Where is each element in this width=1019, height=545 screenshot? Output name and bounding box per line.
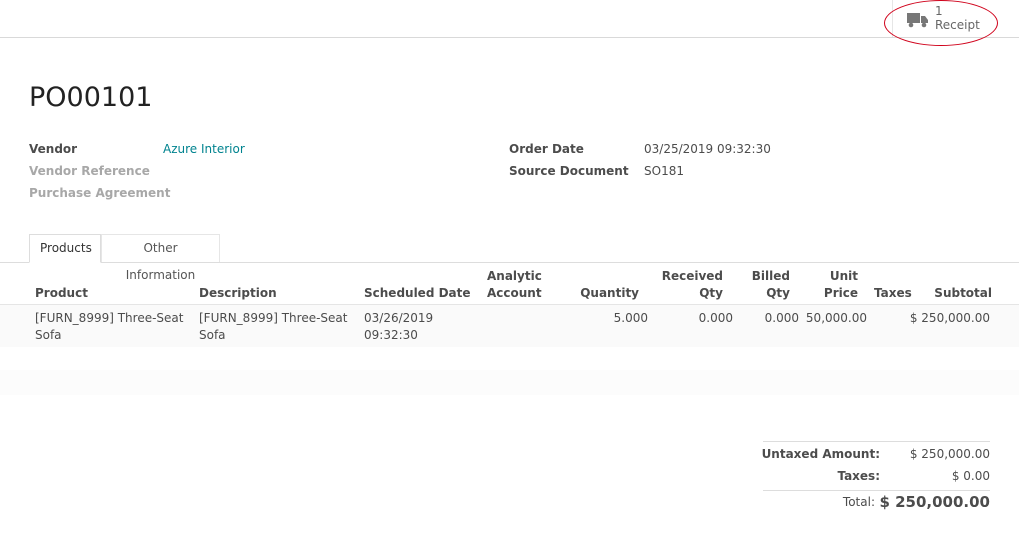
column-header-account[interactable]: Account xyxy=(487,285,542,302)
vendor-link[interactable]: Azure Interior xyxy=(163,142,245,156)
totals-bottom-divider xyxy=(763,490,990,491)
purchase-agreement-label: Purchase Agreement xyxy=(29,186,171,200)
cell-scheduled-date: 03/26/2019 xyxy=(364,311,434,325)
cell-product-line2: Sofa xyxy=(35,328,62,342)
source-document-value: SO181 xyxy=(644,164,684,178)
receipt-label: Receipt xyxy=(935,18,980,32)
vendor-reference-label: Vendor Reference xyxy=(29,164,150,178)
order-date-value: 03/25/2019 09:32:30 xyxy=(644,142,771,156)
total-label: Total: xyxy=(842,495,875,509)
untaxed-amount-label: Untaxed Amount: xyxy=(761,447,880,461)
column-header-scheduled-date[interactable]: Scheduled Date xyxy=(364,285,471,302)
tab-products[interactable]: Products xyxy=(29,234,101,263)
totals-top-divider xyxy=(763,441,990,442)
column-header-billed[interactable]: Billed xyxy=(730,268,790,285)
cell-product-line1: [FURN_8999] Three-Seat xyxy=(35,311,184,325)
column-header-billed-qty[interactable]: Qty xyxy=(730,285,790,302)
cell-scheduled-time: 09:32:30 xyxy=(364,328,418,342)
cell-billed-qty: 0.000 xyxy=(764,311,799,325)
tab-other-information[interactable]: Other Information xyxy=(101,234,220,282)
column-header-description[interactable]: Description xyxy=(199,285,277,302)
column-header-taxes[interactable]: Taxes xyxy=(874,285,912,302)
cell-unit-price: 50,000.00 xyxy=(805,311,867,325)
untaxed-amount-value: $ 250,000.00 xyxy=(909,447,990,461)
taxes-value: $ 0.00 xyxy=(951,469,990,483)
source-document-label: Source Document xyxy=(509,164,629,178)
truck-icon xyxy=(907,13,928,28)
column-header-price[interactable]: Price xyxy=(800,285,858,302)
column-header-quantity[interactable]: Quantity xyxy=(560,285,639,302)
column-header-subtotal[interactable]: Subtotal xyxy=(910,285,992,302)
receipt-count: 1 xyxy=(935,4,943,18)
column-header-received[interactable]: Received xyxy=(643,268,723,285)
total-value: $ 250,000.00 xyxy=(879,493,990,511)
cell-subtotal: $ 250,000.00 xyxy=(909,311,990,325)
order-date-label: Order Date xyxy=(509,142,584,156)
column-header-analytic[interactable]: Analytic xyxy=(487,268,542,285)
column-header-product[interactable]: Product xyxy=(35,285,88,302)
record-title: PO00101 xyxy=(29,82,153,113)
column-header-received-qty[interactable]: Qty xyxy=(643,285,723,302)
taxes-label: Taxes: xyxy=(837,469,880,483)
empty-row xyxy=(0,370,1019,395)
cell-description-line2: Sofa xyxy=(199,328,226,342)
column-header-unit[interactable]: Unit xyxy=(800,268,858,285)
control-panel: 1 Receipt xyxy=(0,0,1019,38)
vendor-label: Vendor xyxy=(29,142,78,156)
cell-quantity: 5.000 xyxy=(613,311,648,325)
receipt-smart-button[interactable]: 1 Receipt xyxy=(892,0,1019,37)
cell-description-line1: [FURN_8999] Three-Seat xyxy=(199,311,348,325)
cell-received-qty: 0.000 xyxy=(698,311,733,325)
